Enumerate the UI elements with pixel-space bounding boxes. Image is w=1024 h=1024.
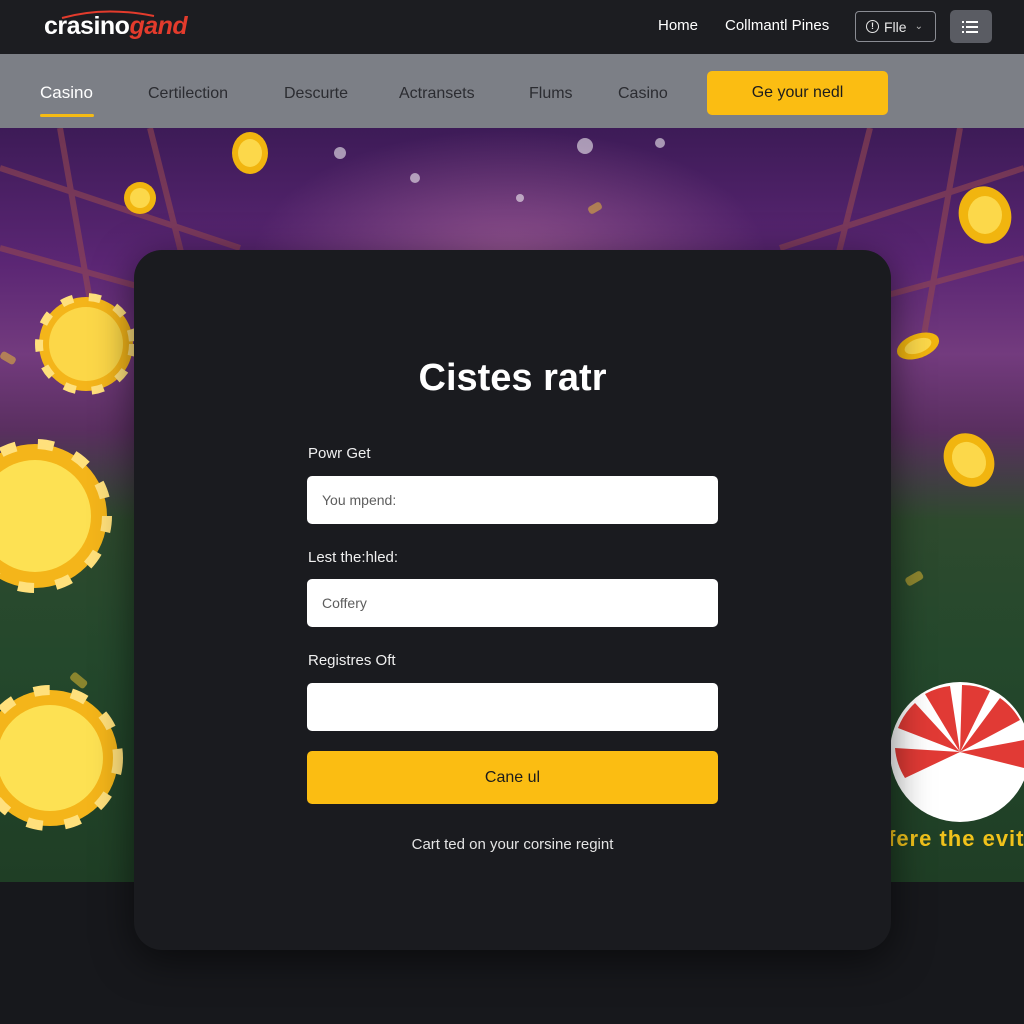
active-tab-indicator [40,114,94,117]
nav-tab-certilection[interactable]: Certilection [148,85,228,103]
info-icon: ! [866,20,879,33]
nav-link-collmantl-pines[interactable]: Collmantl Pines [725,17,829,34]
logo-swoosh-icon [61,10,155,19]
chevron-down-icon: ⌄ [914,21,923,32]
roulette-wheel-icon [890,682,1024,822]
file-select-value: Flle [884,18,907,35]
get-your-deal-button[interactable]: Ge your nedl [707,71,888,115]
file-select[interactable]: ! Flle ⌄ [855,11,936,42]
promo-banner-text: fere the evit [888,826,1024,851]
nav-tab-descurte[interactable]: Descurte [284,85,348,103]
modal-title: Cistes ratr [418,357,607,399]
field-label-registres-oft: Registres Oft [308,652,396,669]
nav-link-home[interactable]: Home [658,17,698,34]
lest-the-hled-input[interactable] [307,579,718,627]
field-label-power-get: Powr Get [308,445,371,462]
casino-chip-icon [232,132,268,174]
registres-oft-input[interactable] [307,683,718,731]
power-get-input[interactable] [307,476,718,524]
nav-tab-actransets[interactable]: Actransets [399,85,475,103]
top-header: crasinogand Home Collmantl Pines ! Flle … [0,0,1024,54]
register-footnote: Cart ted on your corsine regint [411,836,614,853]
nav-tab-casino-2[interactable]: Casino [618,85,668,103]
submit-button[interactable]: Cane ul [307,751,718,804]
nav-tab-casino[interactable]: Casino [40,83,93,103]
list-menu-button[interactable] [950,10,992,43]
field-label-lest-the-hled: Lest the:hled: [308,549,399,566]
nav-tab-flums[interactable]: Flums [529,85,573,103]
